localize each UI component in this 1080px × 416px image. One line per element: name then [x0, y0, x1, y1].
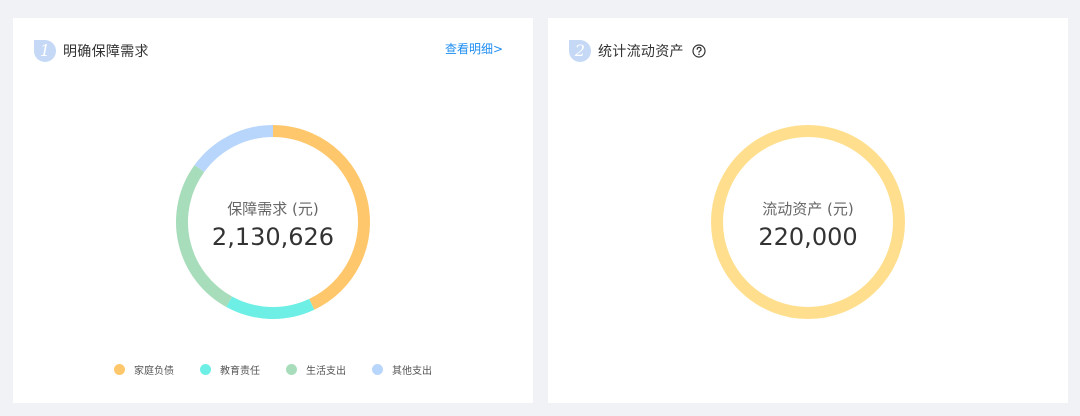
step-number: 2 [574, 41, 586, 60]
legend-label: 生活支出 [306, 366, 346, 377]
legend-dot-icon [286, 364, 297, 375]
step-badge-1: 1 [33, 39, 57, 63]
legend-dot-icon [200, 364, 211, 375]
legend-item[interactable]: 生活支出 [286, 362, 346, 377]
donut-center-label: 流动资产 (元) [762, 199, 854, 218]
card-header: 2 统计流动资产 [568, 39, 706, 63]
liquid-assets-card: 2 统计流动资产 流动资产 (元) 220,000 [548, 18, 1068, 403]
donut-center: 保障需求 (元) 2,130,626 [173, 122, 373, 322]
view-detail-link[interactable]: 查看明细> [445, 40, 503, 57]
help-question-icon[interactable] [692, 44, 706, 58]
legend-item[interactable]: 其他支出 [372, 362, 432, 377]
legend-dot-icon [372, 364, 383, 375]
step-badge-2: 2 [568, 39, 592, 63]
legend-item[interactable]: 家庭负债 [114, 362, 174, 377]
card-title: 明确保障需求 [63, 44, 149, 60]
legend-dot-icon [114, 364, 125, 375]
legend-label: 教育责任 [220, 366, 260, 377]
card-header: 1 明确保障需求 [33, 39, 149, 63]
legend-label: 其他支出 [392, 366, 432, 377]
donut-center-value: 220,000 [758, 222, 858, 251]
card-title: 统计流动资产 [598, 44, 684, 60]
step-number: 1 [39, 41, 51, 60]
legend-item[interactable]: 教育责任 [200, 362, 260, 377]
donut-center-label: 保障需求 (元) [227, 199, 319, 218]
guarantee-needs-card: 1 明确保障需求 查看明细> 保障需求 (元) 2,130,626 家庭负债 教育… [13, 18, 533, 403]
donut-center: 流动资产 (元) 220,000 [708, 122, 908, 322]
chart-legend: 家庭负债 教育责任 生活支出 其他支出 [13, 362, 533, 377]
donut-center-value: 2,130,626 [211, 222, 335, 251]
legend-label: 家庭负债 [134, 366, 174, 377]
page: 1 明确保障需求 查看明细> 保障需求 (元) 2,130,626 家庭负债 教育… [0, 0, 1080, 416]
